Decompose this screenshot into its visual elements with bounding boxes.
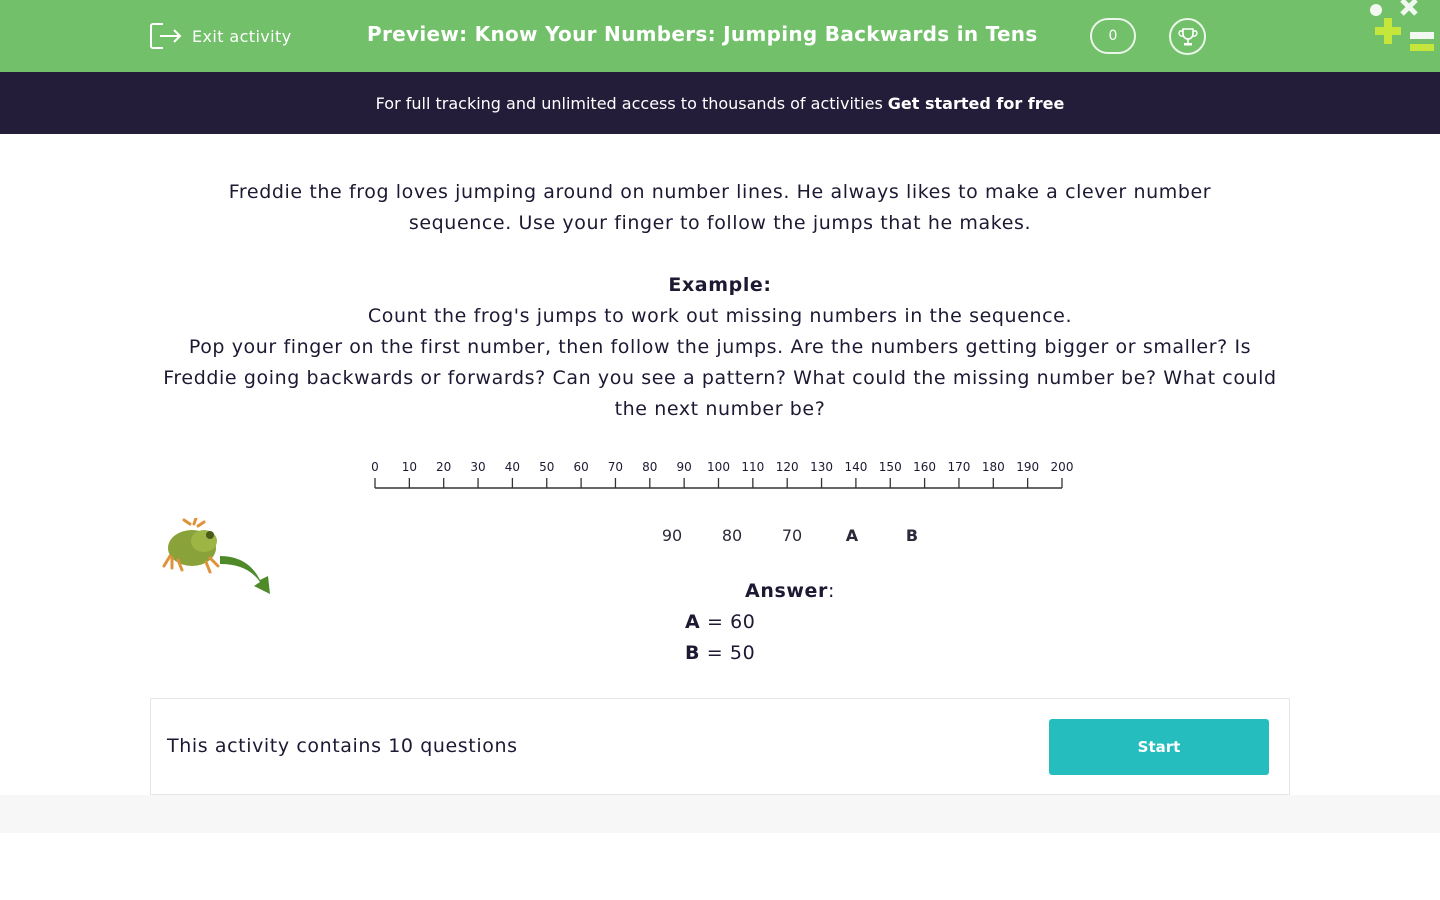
example-block: Example: Count the frog's jumps to work … <box>150 270 1290 425</box>
number-line-label: 120 <box>776 460 799 474</box>
number-line-label: 150 <box>879 460 902 474</box>
score-badge: 0 <box>1090 18 1136 54</box>
number-line-label: 80 <box>642 460 657 474</box>
sequence-term-a: A <box>845 526 859 545</box>
example-heading: Example: <box>668 274 772 296</box>
frog-illustration <box>162 518 270 594</box>
top-header: Exit activity Preview: Know Your Numbers… <box>0 0 1440 72</box>
number-line-label: 100 <box>707 460 730 474</box>
number-line-label: 200 <box>1051 460 1074 474</box>
number-line-label: 20 <box>436 460 451 474</box>
get-started-link[interactable]: Get started for free <box>888 94 1065 113</box>
answer-b-value: = 50 <box>706 642 756 664</box>
answer-a-label: A <box>685 611 701 633</box>
number-line-label: 10 <box>402 460 417 474</box>
number-line: 0 10 20 30 40 50 60 70 80 90 100 110 120 130 140 150 160… <box>371 460 1074 489</box>
sequence-term-3: 70 <box>781 526 803 545</box>
example-instruction: Count the frog's jumps to work out missi… <box>367 305 1073 327</box>
page-title: Preview: Know Your Numbers: Jumping Back… <box>367 22 1038 46</box>
arrow-icon <box>220 556 270 594</box>
number-line-label: 130 <box>810 460 833 474</box>
answer-a: A = 60 <box>685 611 756 633</box>
number-line-label: 0 <box>371 460 379 474</box>
number-line-label: 40 <box>505 460 520 474</box>
exit-icon <box>150 23 182 49</box>
exit-activity-button[interactable]: Exit activity <box>149 21 292 51</box>
start-button[interactable]: Start <box>1049 719 1269 775</box>
exit-activity-label: Exit activity <box>192 26 292 46</box>
answer-b: B = 50 <box>685 642 755 664</box>
promo-text: For full tracking and unlimited access t… <box>375 93 883 113</box>
frog-icon <box>162 518 220 574</box>
sequence-term-b: B <box>905 526 919 545</box>
number-line-label: 70 <box>608 460 623 474</box>
number-line-label: 90 <box>677 460 692 474</box>
sequence-term-2: 80 <box>721 526 743 545</box>
footer-band <box>0 795 1440 833</box>
number-line-label: 140 <box>844 460 867 474</box>
trophy-button[interactable] <box>1169 18 1206 55</box>
number-line-label: 50 <box>539 460 554 474</box>
sequence-term-1: 90 <box>661 526 683 545</box>
answer-heading-label: Answer <box>745 580 828 602</box>
answer-b-label: B <box>685 642 701 664</box>
number-line-label: 30 <box>470 460 485 474</box>
number-line-label: 170 <box>947 460 970 474</box>
trophy-icon <box>1177 27 1198 45</box>
number-line-label: 190 <box>1016 460 1039 474</box>
answer-a-value: = 60 <box>706 611 756 633</box>
number-line-label: 110 <box>741 460 764 474</box>
example-explanation: Pop your finger on the first number, the… <box>163 336 1277 420</box>
number-line-label: 60 <box>573 460 588 474</box>
number-line-label: 160 <box>913 460 936 474</box>
promo-banner: For full tracking and unlimited access t… <box>0 72 1440 134</box>
answer-heading: Answer: <box>700 580 880 602</box>
answer-heading-colon: : <box>827 580 835 602</box>
question-count-text: This activity contains 10 questions <box>167 735 518 757</box>
question-intro: Freddie the frog loves jumping around on… <box>228 181 1212 234</box>
activity-card: This activity contains 10 questions Star… <box>150 698 1290 795</box>
logo-icon <box>1370 0 1434 51</box>
number-line-label: 180 <box>982 460 1005 474</box>
